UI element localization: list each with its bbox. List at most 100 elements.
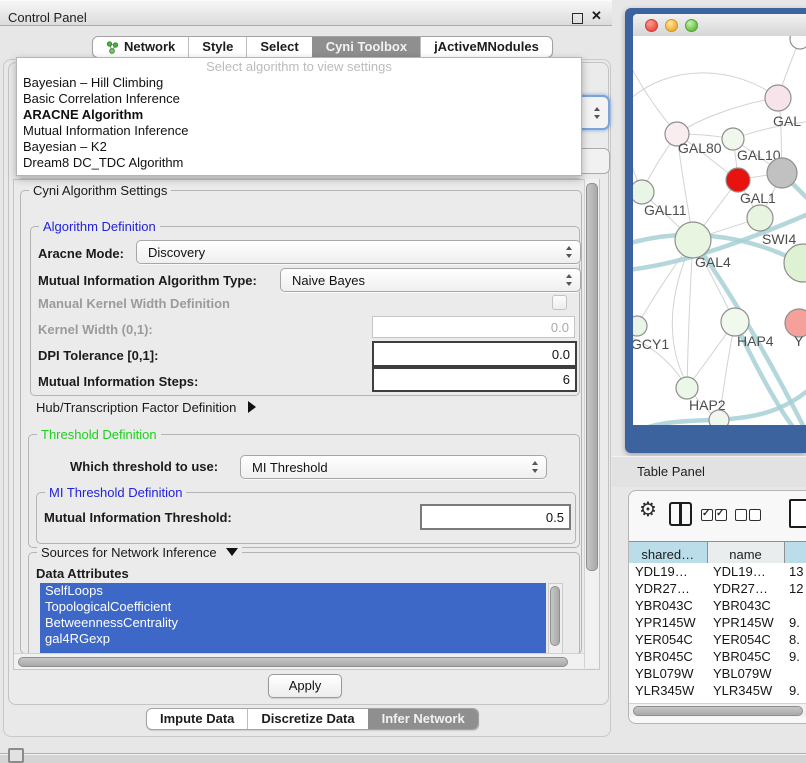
tab-select[interactable]: Select [246,37,311,57]
algorithm-dropdown-placeholder: Select algorithm to view settings [17,58,581,75]
network-node[interactable] [633,180,654,204]
tab-select-label: Select [260,37,298,57]
network-edge[interactable] [687,240,693,388]
mi-threshold-title: MI Threshold Definition [45,485,186,500]
spinner-arrows-icon [565,274,573,286]
network-node[interactable] [790,36,806,49]
tab-network[interactable]: Network [93,37,188,57]
table-cell: YBR045C [707,649,784,664]
which-threshold-combobox[interactable]: MI Threshold [240,455,547,479]
table-row[interactable]: YLR345WYLR345W9. [629,682,806,699]
node-table-rows: YDL19…YDL19…13YDR27…YDR27…12YBR043CYBR04… [629,563,806,703]
collapse-arrow-icon[interactable] [226,548,238,556]
aracne-mode-label: Aracne Mode: [38,246,124,261]
algorithm-option[interactable]: Mutual Information Inference [17,123,581,139]
export-table-icon[interactable] [789,499,806,528]
apply-button[interactable]: Apply [268,674,342,698]
select-all-icon[interactable] [701,508,729,526]
network-node[interactable] [726,168,750,192]
algorithm-option[interactable]: Bayesian – Hill Climbing [17,75,581,91]
network-node[interactable] [747,205,773,231]
close-icon[interactable]: ✕ [591,8,602,24]
network-edge[interactable] [633,73,778,101]
table-horizontal-scrollbar[interactable] [629,703,806,717]
float-window-icon[interactable] [572,13,583,24]
settings-horizontal-scrollbar[interactable] [14,653,584,669]
which-threshold-label: Which threshold to use: [70,459,218,474]
close-traffic-light-icon[interactable] [645,19,658,32]
network-node[interactable] [709,410,729,425]
algorithm-option[interactable]: ARACNE Algorithm [17,107,581,123]
data-attribute-item[interactable]: TopologicalCoefficient [40,599,546,615]
data-attribute-item[interactable]: gal4RGexp [40,631,546,647]
network-edge[interactable] [677,98,778,134]
network-node[interactable] [784,244,806,282]
network-canvas[interactable]: GALGAL80GAL10GAL1GAL11SWI4GAL4HAP4YGCY1H… [633,36,806,425]
table-row[interactable]: YBR045CYBR045C9. [629,648,806,665]
deselect-all-icon[interactable] [735,508,763,526]
data-attribute-item[interactable]: BetweennessCentrality [40,615,546,631]
network-node[interactable] [633,316,647,336]
table-row[interactable]: YBL079WYBL079W [629,665,806,682]
table-row[interactable]: YDR27…YDR27…12 [629,580,806,597]
table-row[interactable]: YER054CYER054C8. [629,631,806,648]
hidden-group-border [20,178,580,179]
sources-title: Sources for Network Inference [37,545,242,560]
split-columns-icon[interactable] [669,502,692,526]
mi-type-value: Naive Bayes [292,273,365,288]
table-cell: YDL19… [629,564,707,579]
tab-jactivemnodules[interactable]: jActiveMNodules [420,37,552,57]
network-node[interactable] [721,308,749,336]
network-node-label: GAL4 [695,254,731,270]
dpi-tolerance-label: DPI Tolerance [0,1]: [38,348,158,363]
minimized-panel-icon[interactable] [8,748,24,763]
table-row[interactable]: YBR043CYBR043C [629,597,806,614]
control-panel-tabs: Network Style Select Cyni Toolbox jActiv… [92,36,553,58]
tab-cyni-toolbox[interactable]: Cyni Toolbox [312,37,420,57]
mi-type-combobox[interactable]: Naive Bayes [280,268,581,292]
network-node[interactable] [675,222,711,258]
table-cell: 9. [784,615,806,630]
algorithm-option[interactable]: Dream8 DC_TDC Algorithm [17,155,581,171]
data-attributes-list: SelfLoopsTopologicalCoefficientBetweenne… [40,583,546,653]
gear-icon[interactable]: ⚙ [639,500,657,520]
kernel-width-field[interactable]: 0.0 [372,316,575,338]
attribute-list-scrollbar[interactable] [548,583,563,655]
network-edge[interactable] [633,61,677,134]
hub-definition-expander[interactable]: Hub/Transcription Factor Definition [36,400,256,415]
dpi-tolerance-field[interactable]: 0.0 [372,341,577,367]
table-panel-body: ⚙ shared… name A YDL19…YDL19…13YDR27…YDR… [628,490,806,724]
network-node-label: Y [794,333,804,349]
mi-threshold-field[interactable]: 0.5 [420,504,571,530]
algorithm-option[interactable]: Bayesian – K2 [17,139,581,155]
table-panel-title: Table Panel [637,464,705,479]
tab-infer-network[interactable]: Infer Network [368,709,478,729]
table-cell: YPR145W [629,615,707,630]
algorithm-option[interactable]: Basic Correlation Inference [17,91,581,107]
network-node[interactable] [765,85,791,111]
table-row[interactable]: YPR145WYPR145W9. [629,614,806,631]
mi-steps-field[interactable]: 6 [372,367,577,392]
settings-vertical-scrollbar[interactable] [584,179,599,668]
cyni-mode-tabs: Impute Data Discretize Data Infer Networ… [146,708,479,730]
table-row[interactable]: YDL19…YDL19…13 [629,563,806,580]
manual-kernel-checkbox[interactable] [552,295,567,310]
zoom-traffic-light-icon[interactable] [685,19,698,32]
table-cell: YBL079W [629,666,707,681]
table-cell: YLR345W [707,683,784,698]
tab-discretize-data[interactable]: Discretize Data [247,709,367,729]
table-cell: YBR043C [629,598,707,613]
tab-impute-data[interactable]: Impute Data [147,709,247,729]
aracne-mode-combobox[interactable]: Discovery [136,240,581,264]
mi-threshold-label: Mutual Information Threshold: [44,510,232,525]
network-node-label: HAP4 [737,333,774,349]
data-attribute-item[interactable]: SelfLoops [40,583,546,599]
tab-style[interactable]: Style [188,37,246,57]
network-node[interactable] [676,377,698,399]
network-window-titlebar[interactable] [633,14,806,37]
network-node[interactable] [767,158,797,188]
minimize-traffic-light-icon[interactable] [665,19,678,32]
table-cell: YER054C [707,632,784,647]
algorithm-definition-title: Algorithm Definition [39,219,160,234]
manual-kernel-label: Manual Kernel Width Definition [38,296,230,311]
